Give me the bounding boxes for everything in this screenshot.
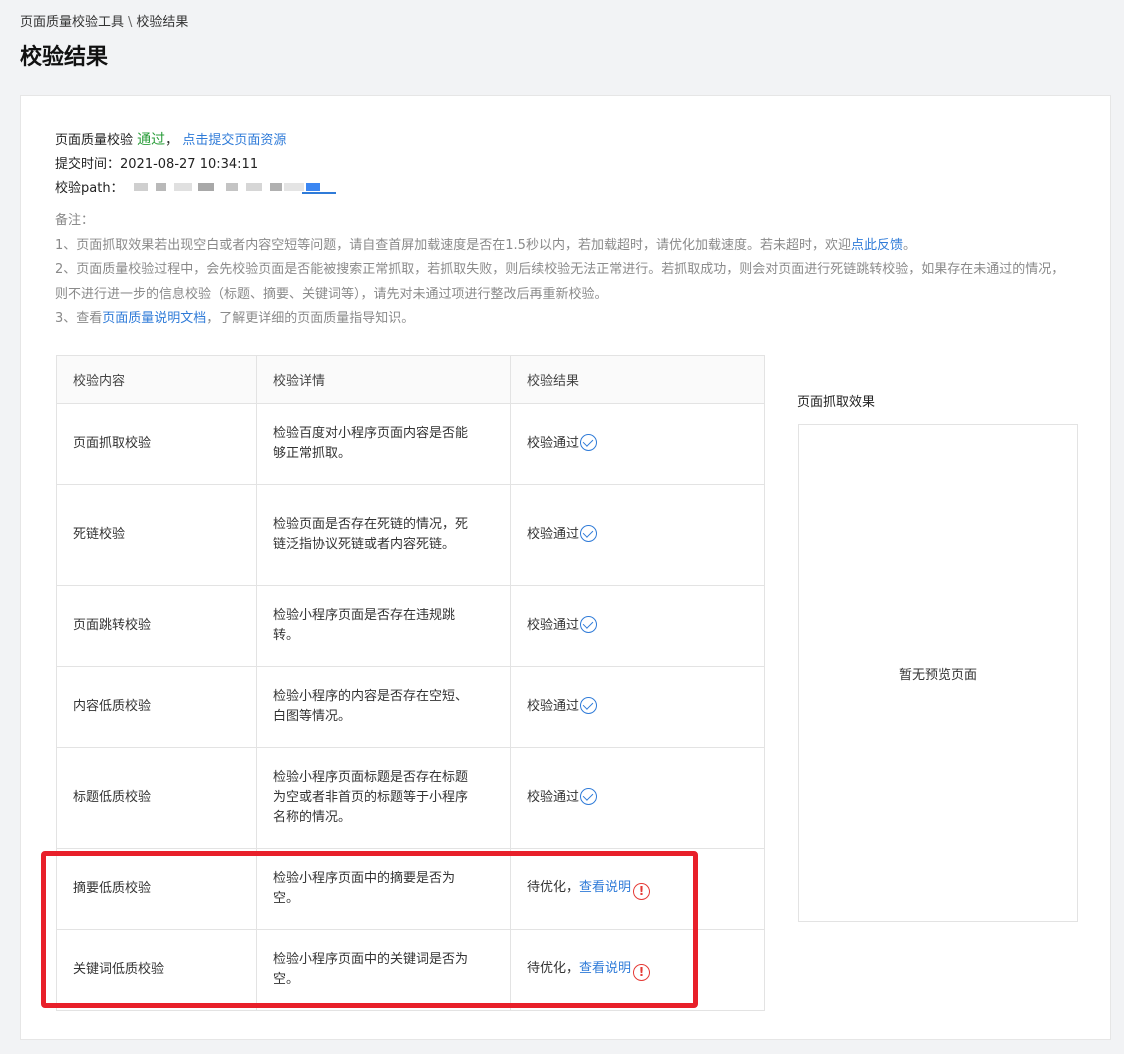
- result-card: 页面质量校验 通过， 点击提交页面资源 提交时间：2021-08-27 10:3…: [20, 95, 1111, 1040]
- path-line: 校验path：: [55, 177, 336, 201]
- feedback-link[interactable]: 点此反馈: [851, 238, 903, 253]
- header-item: 校验内容: [56, 355, 257, 404]
- page-title: 校验结果: [20, 45, 109, 70]
- row-detail: 检验小程序页面中的关键词是否为空。: [273, 952, 469, 987]
- row-result: 校验通过: [527, 699, 580, 714]
- row-detail: 检验小程序页面是否存在违规跳转。: [273, 608, 456, 643]
- preview-empty-text: 暂无预览页面: [898, 667, 977, 683]
- row-result: 校验通过: [527, 527, 580, 542]
- row-item: 页面抓取校验: [56, 403, 257, 485]
- submit-resource-link[interactable]: 点击提交页面资源: [182, 133, 286, 148]
- table-row: 死链校验 检验页面是否存在死链的情况，死链泛指协议死链或者内容死链。 校验通过: [56, 484, 765, 586]
- submit-time-line: 提交时间：2021-08-27 10:34:11: [55, 153, 334, 177]
- row-result-cell: 校验通过: [510, 747, 765, 849]
- check-circle-icon: [580, 434, 598, 451]
- row-detail-cell: 检验小程序的内容是否存在空短、白图等情况。: [256, 666, 511, 748]
- path-label: 校验path：: [55, 181, 124, 196]
- row-result-cell: 校验通过: [510, 666, 765, 748]
- note-3: 3、查看页面质量说明文档，了解更详细的页面质量指导知识。: [55, 307, 1075, 332]
- check-circle-icon: [580, 697, 598, 714]
- table-header-row: 校验内容 校验详情 校验结果: [56, 355, 765, 404]
- row-result-cell: 校验通过: [510, 484, 765, 586]
- notes-title: 备注：: [55, 213, 95, 228]
- row-detail-cell: 检验页面是否存在死链的情况，死链泛指协议死链或者内容死链。: [256, 484, 511, 586]
- row-detail: 检验小程序的内容是否存在空短、白图等情况。: [273, 689, 469, 724]
- check-circle-icon: [580, 788, 598, 805]
- row-detail-cell: 检验小程序页面中的摘要是否为空。: [256, 848, 511, 930]
- table-row: 页面抓取校验 检验百度对小程序页面内容是否能够正常抓取。 校验通过: [56, 403, 765, 485]
- row-result: 校验通过: [527, 790, 580, 805]
- row-item: 摘要低质校验: [56, 848, 257, 930]
- preview-panel: 暂无预览页面: [798, 424, 1078, 922]
- table-row: 摘要低质校验 检验小程序页面中的摘要是否为空。 待优化，查看说明!: [56, 848, 765, 930]
- summary: 页面质量校验 通过， 点击提交页面资源 提交时间：2021-08-27 10:3…: [55, 128, 336, 201]
- status-line: 页面质量校验 通过， 点击提交页面资源: [55, 128, 334, 153]
- header-result: 校验结果: [510, 355, 765, 404]
- submit-time-label: 提交时间：: [55, 157, 121, 172]
- row-item: 死链校验: [56, 484, 257, 586]
- view-explanation-link[interactable]: 查看说明: [579, 880, 631, 895]
- row-result: 校验通过: [527, 436, 580, 451]
- row-result-cell: 校验通过: [510, 403, 765, 485]
- row-detail: 检验小程序页面中的摘要是否为空。: [273, 871, 456, 906]
- view-explanation-link[interactable]: 查看说明: [579, 961, 631, 976]
- check-circle-icon: [580, 616, 598, 633]
- note-3-end: ，了解更详细的页面质量指导知识。: [206, 311, 415, 326]
- note-3-start: 3、查看: [55, 311, 103, 326]
- path-redacted-mosaic[interactable]: [133, 180, 336, 194]
- table-row: 标题低质校验 检验小程序页面标题是否存在标题为空或者非首页的标题等于小程序名称的…: [56, 747, 765, 849]
- result-table-wrap: 校验内容 校验详情 校验结果 页面抓取校验 检验百度对小程序页面内容是否能够正常…: [56, 355, 765, 1011]
- status-comma: ，: [165, 133, 179, 148]
- breadcrumb-separator: \: [128, 15, 133, 30]
- note-1-end: 。: [902, 237, 916, 253]
- notes: 备注： 1、页面抓取效果若出现空白或者内容空短等问题，请自查首屏加载速度是否在1…: [55, 209, 1075, 332]
- row-detail-cell: 检验百度对小程序页面内容是否能够正常抓取。: [256, 403, 511, 485]
- row-item: 关键词低质校验: [56, 929, 257, 1011]
- row-item: 标题低质校验: [56, 747, 257, 849]
- row-detail-cell: 检验小程序页面中的关键词是否为空。: [256, 929, 511, 1011]
- submit-time-value: 2021-08-27 10:34:11: [120, 157, 259, 172]
- check-circle-icon: [580, 525, 598, 542]
- table-row: 页面跳转校验 检验小程序页面是否存在违规跳转。 校验通过: [56, 585, 765, 667]
- row-result: 待优化，: [527, 880, 580, 895]
- status-prefix: 页面质量校验: [55, 133, 134, 148]
- row-result-cell: 待优化，查看说明!: [510, 929, 765, 1011]
- row-item: 页面跳转校验: [56, 585, 257, 667]
- row-item: 内容低质校验: [56, 666, 257, 748]
- status-pass: 通过: [137, 132, 166, 148]
- row-result-cell: 待优化，查看说明!: [510, 848, 765, 930]
- quality-doc-link[interactable]: 页面质量说明文档: [102, 311, 206, 326]
- row-result: 待优化，: [527, 961, 580, 976]
- table-row: 内容低质校验 检验小程序的内容是否存在空短、白图等情况。 校验通过: [56, 666, 765, 748]
- row-result: 校验通过: [527, 618, 580, 633]
- result-table: 校验内容 校验详情 校验结果 页面抓取校验 检验百度对小程序页面内容是否能够正常…: [56, 355, 765, 1011]
- breadcrumb-current: 校验结果: [136, 15, 189, 30]
- header-detail: 校验详情: [256, 355, 511, 404]
- row-detail: 检验页面是否存在死链的情况，死链泛指协议死链或者内容死链。: [273, 517, 469, 552]
- row-detail-cell: 检验小程序页面是否存在违规跳转。: [256, 585, 511, 667]
- note-2: 2、页面质量校验过程中，会先校验页面是否能被搜索正常抓取，若抓取失败，则后续校验…: [55, 262, 1065, 302]
- row-detail-cell: 检验小程序页面标题是否存在标题为空或者非首页的标题等于小程序名称的情况。: [256, 747, 511, 849]
- breadcrumb-root[interactable]: 页面质量校验工具: [20, 15, 124, 30]
- row-detail: 检验百度对小程序页面内容是否能够正常抓取。: [273, 426, 469, 461]
- row-result-cell: 校验通过: [510, 585, 765, 667]
- breadcrumb: 页面质量校验工具 \ 校验结果: [20, 14, 188, 32]
- note-1-text: 1、页面抓取效果若出现空白或者内容空短等问题，请自查首屏加载速度是否在1.5秒以…: [55, 237, 851, 253]
- exclamation-circle-icon: !: [633, 964, 651, 981]
- preview-title: 页面抓取效果: [797, 395, 876, 410]
- row-detail: 检验小程序页面标题是否存在标题为空或者非首页的标题等于小程序名称的情况。: [273, 770, 469, 825]
- exclamation-circle-icon: !: [633, 883, 651, 900]
- table-row: 关键词低质校验 检验小程序页面中的关键词是否为空。 待优化，查看说明!: [56, 929, 765, 1011]
- note-1: 1、页面抓取效果若出现空白或者内容空短等问题，请自查首屏加载速度是否在1.5秒以…: [55, 234, 1075, 259]
